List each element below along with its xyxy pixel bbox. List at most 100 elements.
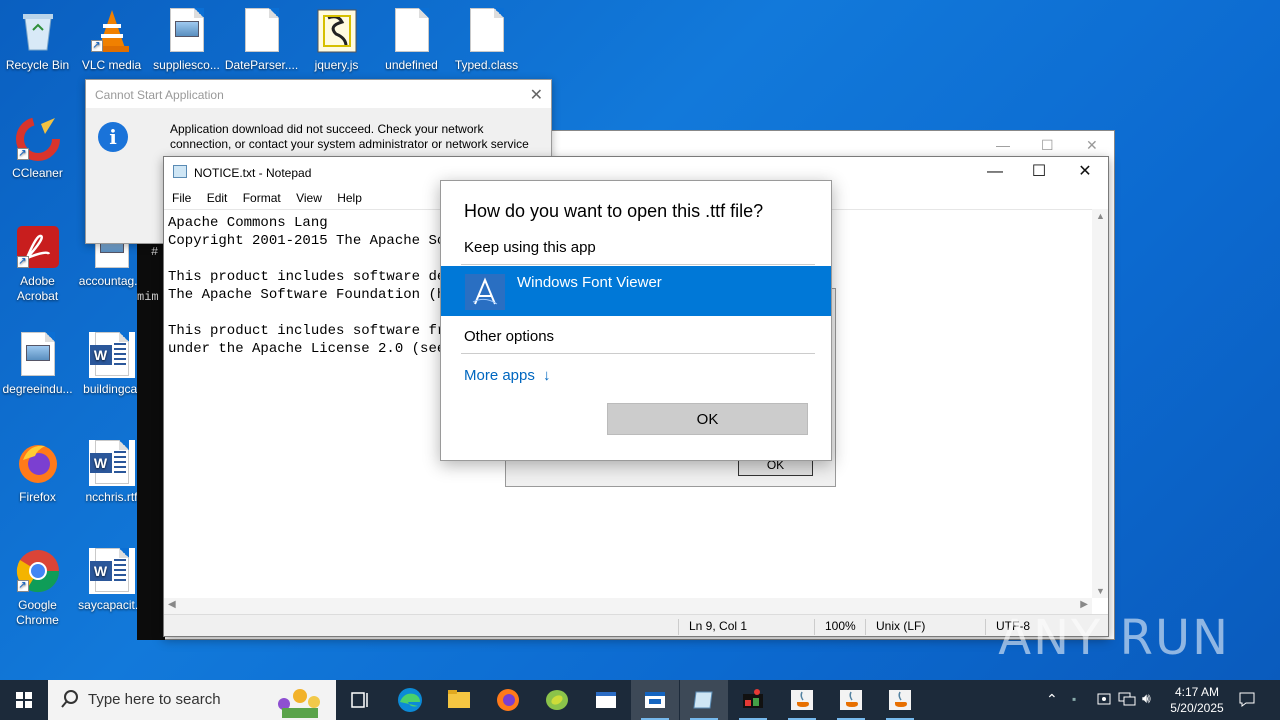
java-icon — [889, 690, 911, 710]
desktop-icon-label: VLC media — [81, 58, 142, 72]
watermark: ANY RUN — [998, 610, 1230, 666]
chrome-icon: ↗ — [15, 548, 61, 594]
open-with-dialog: How do you want to open this .ttf file? … — [440, 180, 832, 461]
menu-format[interactable]: Format — [243, 191, 281, 205]
taskbar-java-1[interactable] — [778, 680, 826, 720]
notepad-statusbar: Ln 9, Col 1 100% Unix (LF) UTF-8 — [164, 614, 1108, 636]
status-zoom: 100% — [814, 619, 856, 635]
notifications-icon[interactable] — [1238, 690, 1256, 720]
taskbar-search[interactable]: Type here to search — [48, 680, 336, 720]
taskbar-java-2[interactable] — [827, 680, 875, 720]
dialog-message: Application download did not succeed. Ch… — [170, 122, 529, 151]
taskbar-app-window[interactable] — [582, 680, 630, 720]
taskbar-edge[interactable] — [386, 680, 434, 720]
maximize-icon[interactable]: ☐ — [1041, 137, 1054, 154]
horizontal-scrollbar[interactable]: ◀ ▶ — [164, 598, 1092, 614]
desktop-icon-degreeindu[interactable]: degreeindu... — [0, 332, 75, 397]
desktop-icon-typed-class[interactable]: Typed.class — [449, 8, 524, 73]
desktop-icon-jquery[interactable]: jquery.js — [299, 8, 374, 73]
desktop-icon-label: degreeindu... — [2, 382, 73, 396]
shortcut-arrow-icon: ↗ — [16, 580, 29, 592]
desktop-icon-recycle-bin[interactable]: Recycle Bin — [0, 8, 75, 73]
menu-edit[interactable]: Edit — [207, 191, 228, 205]
minimize-button[interactable]: — — [972, 161, 1018, 183]
minimize-icon[interactable]: — — [996, 137, 1010, 153]
scroll-right-icon[interactable]: ▶ — [1080, 599, 1088, 610]
desktop-icon-ccleaner[interactable]: ↗ CCleaner — [0, 116, 75, 181]
console-text: # — [151, 245, 159, 259]
desktop-icon-firefox[interactable]: Firefox — [0, 440, 75, 505]
windows-logo-icon — [16, 692, 32, 708]
blank-file-icon — [464, 8, 510, 54]
start-button[interactable] — [0, 680, 48, 720]
more-apps-link[interactable]: More apps ↓ — [464, 367, 551, 384]
scroll-up-icon[interactable]: ▲ — [1096, 211, 1105, 221]
taskbar-app-media[interactable] — [729, 680, 777, 720]
menu-file[interactable]: File — [172, 191, 191, 205]
taskbar-app-dialog[interactable] — [631, 680, 679, 720]
open-with-title: How do you want to open this .ttf file? — [464, 201, 764, 221]
ok-button[interactable]: OK — [607, 403, 808, 435]
menu-view[interactable]: View — [296, 191, 322, 205]
task-view-icon — [351, 692, 368, 708]
blank-file-icon — [239, 8, 285, 54]
divider — [461, 353, 815, 354]
image-file-icon — [15, 332, 61, 378]
desktop-icon-dateparser[interactable]: DateParser.... — [224, 8, 299, 73]
folder-icon — [448, 690, 470, 708]
tray-app-icon[interactable]: ▪ — [1072, 692, 1076, 720]
taskbar-java-3[interactable] — [876, 680, 924, 720]
status-position: Ln 9, Col 1 — [678, 619, 747, 635]
image-file-icon — [164, 8, 210, 54]
taskbar-firefox[interactable] — [484, 680, 532, 720]
window-app-icon — [596, 692, 616, 708]
notepad-title: NOTICE.txt - Notepad — [194, 166, 312, 180]
taskbar-file-explorer[interactable] — [435, 680, 483, 720]
desktop-icon-label: Recycle Bin — [5, 58, 70, 72]
desktop-icon-label: suppliesco... — [153, 58, 220, 72]
task-view-button[interactable] — [336, 680, 384, 720]
desktop-icon-label: Adobe Acrobat — [16, 274, 59, 303]
desktop-icon-undefined[interactable]: undefined — [374, 8, 449, 73]
media-app-icon — [743, 689, 763, 708]
scroll-down-icon[interactable]: ▼ — [1096, 586, 1105, 596]
desktop-icon-label: Typed.class — [454, 58, 519, 72]
desktop-icon-label: DateParser.... — [224, 58, 299, 72]
flowers-decoration-icon — [270, 684, 330, 720]
maximize-button[interactable]: ☐ — [1016, 161, 1062, 183]
arrow-down-icon: ↓ — [543, 367, 551, 384]
chevron-up-icon[interactable]: ⌃ — [1046, 691, 1058, 720]
vertical-scrollbar[interactable]: ▲ ▼ — [1092, 209, 1108, 598]
taskbar-app-green[interactable] — [533, 680, 581, 720]
scroll-left-icon[interactable]: ◀ — [168, 599, 176, 610]
vlc-cone-icon: ↗ — [89, 8, 135, 54]
recycle-bin-icon — [15, 8, 61, 54]
close-button[interactable]: ✕ — [1062, 161, 1108, 183]
notepad-icon — [173, 165, 187, 178]
desktop-icon-suppliesco[interactable]: suppliesco... — [149, 8, 224, 73]
clock-time: 4:17 AM — [1174, 685, 1220, 699]
network-icon[interactable] — [1118, 691, 1136, 720]
volume-icon[interactable]: 🔊︎ — [1142, 690, 1151, 720]
close-icon[interactable]: ✕ — [530, 85, 543, 105]
desktop-icon-adobe-acrobat[interactable]: ↗ Adobe Acrobat — [0, 224, 75, 304]
script-file-icon — [314, 8, 360, 54]
notepad-icon — [693, 691, 713, 709]
tray-device-icon[interactable] — [1096, 691, 1112, 720]
taskbar-clock[interactable]: 4:17 AM 5/20/2025 — [1166, 684, 1228, 716]
desktop-icon-google-chrome[interactable]: ↗ Google Chrome — [0, 548, 75, 628]
taskbar-notepad[interactable] — [680, 680, 728, 720]
shortcut-arrow-icon: ↗ — [16, 256, 29, 268]
desktop-icon-vlc[interactable]: ↗ VLC media — [74, 8, 149, 73]
close-icon[interactable]: ✕ — [1086, 137, 1098, 154]
blank-file-icon — [389, 8, 435, 54]
word-document-icon: W — [88, 440, 135, 486]
adobe-acrobat-icon: ↗ — [15, 224, 61, 270]
app-option-label: Windows Font Viewer — [517, 274, 662, 291]
firefox-icon — [497, 689, 519, 711]
ccleaner-icon: ↗ — [15, 116, 61, 162]
firefox-icon — [15, 440, 61, 486]
menu-help[interactable]: Help — [337, 191, 362, 205]
app-option-windows-font-viewer[interactable]: Windows Font Viewer — [441, 266, 831, 316]
word-document-icon: W — [88, 548, 135, 594]
